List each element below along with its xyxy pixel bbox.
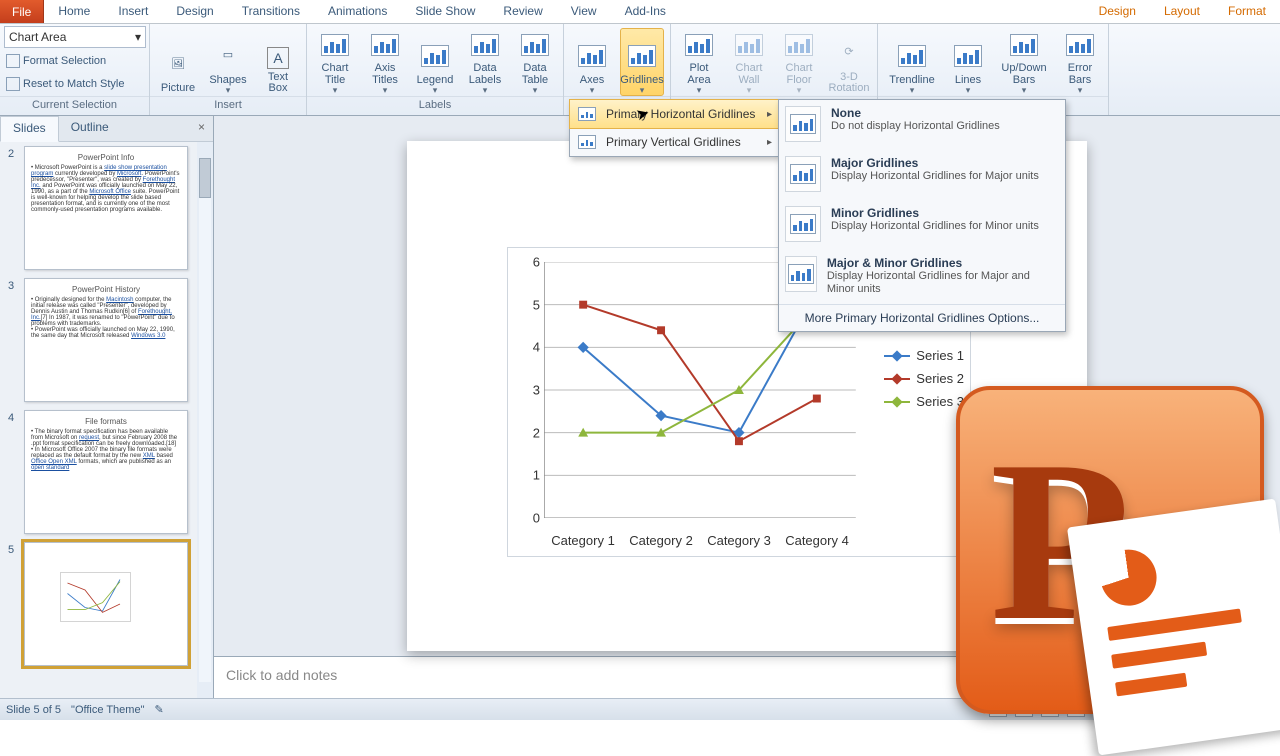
file-tab[interactable]: File bbox=[0, 0, 44, 23]
outline-tab[interactable]: Outline bbox=[59, 116, 121, 141]
rotation-3d-button: ⟳3-D Rotation bbox=[827, 28, 871, 96]
gridlines-option-none[interactable]: NoneDo not display Horizontal Gridlines bbox=[779, 100, 1065, 150]
tab-transitions[interactable]: Transitions bbox=[228, 0, 314, 23]
chevron-down-icon: ▾ bbox=[135, 30, 141, 44]
gridlines-option-both[interactable]: Major & Minor GridlinesDisplay Horizonta… bbox=[779, 250, 1065, 304]
reset-icon bbox=[6, 77, 20, 91]
legend-button[interactable]: Legend▾ bbox=[413, 28, 457, 96]
data-table-button[interactable]: Data Table▾ bbox=[513, 28, 557, 96]
slide-thumbnail[interactable]: File formats • The binary format specifi… bbox=[24, 410, 188, 534]
chart-title-icon bbox=[319, 29, 351, 60]
spellcheck-icon[interactable]: ✎ bbox=[154, 703, 163, 716]
plot-area-button[interactable]: Plot Area▾ bbox=[677, 28, 721, 96]
chart-element-selector[interactable]: Chart Area▾ bbox=[4, 26, 146, 48]
chart-floor-button: Chart Floor▾ bbox=[777, 28, 821, 96]
slide-number: 2 bbox=[8, 146, 18, 270]
slide-thumbnail[interactable]: PowerPoint History • Originally designed… bbox=[24, 278, 188, 402]
chart-title-button[interactable]: Chart Title▾ bbox=[313, 28, 357, 96]
slide-position: Slide 5 of 5 bbox=[6, 704, 61, 716]
tab-chart-design[interactable]: Design bbox=[1085, 0, 1150, 23]
submenu-arrow-icon: ▸ bbox=[767, 137, 772, 148]
slide-number: 4 bbox=[8, 410, 18, 534]
insert-shapes-button[interactable]: ▭Shapes▾ bbox=[206, 28, 250, 96]
group-current-selection: Current Selection bbox=[0, 96, 149, 114]
updown-icon bbox=[1008, 29, 1040, 60]
minor-icon bbox=[785, 206, 821, 242]
tab-view[interactable]: View bbox=[557, 0, 611, 23]
slide-number: 3 bbox=[8, 278, 18, 402]
thumbnails-scrollbar[interactable] bbox=[197, 142, 213, 698]
gridlines-option-minor[interactable]: Minor GridlinesDisplay Horizontal Gridli… bbox=[779, 200, 1065, 250]
reset-style-button[interactable]: Reset to Match Style bbox=[4, 74, 146, 94]
lines-button[interactable]: Lines▾ bbox=[946, 28, 990, 96]
error-bars-icon bbox=[1064, 29, 1096, 60]
slide-thumbnail[interactable]: PowerPoint Info • Microsoft PowerPoint i… bbox=[24, 146, 188, 270]
tab-insert[interactable]: Insert bbox=[104, 0, 162, 23]
group-insert: Insert bbox=[150, 96, 306, 114]
gridlines-v-icon bbox=[576, 132, 598, 152]
slides-tab[interactable]: Slides bbox=[0, 116, 59, 142]
data-labels-button[interactable]: Data Labels▾ bbox=[463, 28, 507, 96]
chart-floor-icon bbox=[783, 29, 815, 60]
axis-titles-icon bbox=[369, 29, 401, 60]
both-icon bbox=[785, 256, 817, 292]
horizontal-gridlines-submenu: NoneDo not display Horizontal Gridlines … bbox=[778, 99, 1066, 332]
powerpoint-logo-overlay: P bbox=[950, 380, 1270, 720]
gridlines-option-major[interactable]: Major GridlinesDisplay Horizontal Gridli… bbox=[779, 150, 1065, 200]
gridlines-h-icon bbox=[576, 104, 598, 124]
textbox-icon: A bbox=[267, 47, 289, 69]
axes-button[interactable]: Axes▾ bbox=[570, 28, 614, 96]
chart-wall-button: Chart Wall▾ bbox=[727, 28, 771, 96]
tab-addins[interactable]: Add-Ins bbox=[611, 0, 680, 23]
major-icon bbox=[785, 156, 821, 192]
slides-pane: Slides Outline × 2 PowerPoint Info • Mic… bbox=[0, 116, 214, 698]
format-icon bbox=[6, 54, 20, 68]
tab-home[interactable]: Home bbox=[44, 0, 104, 23]
lines-icon bbox=[952, 40, 984, 72]
data-table-icon bbox=[519, 29, 551, 60]
data-labels-icon bbox=[469, 29, 501, 60]
tab-chart-format[interactable]: Format bbox=[1214, 0, 1280, 23]
tab-slideshow[interactable]: Slide Show bbox=[401, 0, 489, 23]
none-icon bbox=[785, 106, 821, 142]
chart-wall-icon bbox=[733, 29, 765, 60]
error-bars-button[interactable]: Error Bars▾ bbox=[1058, 28, 1102, 96]
theme-name: "Office Theme" bbox=[71, 704, 144, 716]
tab-animations[interactable]: Animations bbox=[314, 0, 401, 23]
close-pane-button[interactable]: × bbox=[190, 116, 213, 141]
menu-primary-horizontal-gridlines[interactable]: Primary Horizontal Gridlines▸ bbox=[569, 99, 779, 129]
axes-icon bbox=[576, 40, 608, 72]
slide-number: 5 bbox=[8, 542, 18, 666]
gridlines-icon bbox=[626, 40, 658, 72]
gridlines-menu: Primary Horizontal Gridlines▸ Primary Ve… bbox=[569, 99, 779, 157]
picture-icon: 🖼 bbox=[162, 48, 194, 80]
ribbon-tabs: File Home Insert Design Transitions Anim… bbox=[0, 0, 1280, 24]
trendline-button[interactable]: Trendline▾ bbox=[884, 28, 940, 96]
gridlines-button[interactable]: Gridlines▾ bbox=[620, 28, 664, 96]
submenu-arrow-icon: ▸ bbox=[767, 109, 772, 120]
axis-titles-button[interactable]: Axis Titles▾ bbox=[363, 28, 407, 96]
insert-textbox-button[interactable]: AText Box bbox=[256, 28, 300, 96]
tab-chart-layout[interactable]: Layout bbox=[1150, 0, 1214, 23]
rotation-icon: ⟳ bbox=[833, 37, 865, 69]
insert-picture-button[interactable]: 🖼Picture bbox=[156, 28, 200, 96]
trendline-icon bbox=[896, 40, 928, 72]
menu-primary-vertical-gridlines[interactable]: Primary Vertical Gridlines▸ bbox=[570, 128, 778, 156]
legend-icon bbox=[419, 40, 451, 72]
tab-design[interactable]: Design bbox=[162, 0, 227, 23]
group-labels: Labels bbox=[307, 96, 563, 114]
shapes-icon: ▭ bbox=[212, 40, 244, 72]
plot-area-icon bbox=[683, 29, 715, 60]
slide-thumbnail-current[interactable] bbox=[24, 542, 188, 666]
updown-bars-button[interactable]: Up/Down Bars▾ bbox=[996, 28, 1052, 96]
tab-review[interactable]: Review bbox=[489, 0, 556, 23]
format-selection-button[interactable]: Format Selection bbox=[4, 51, 146, 71]
gridlines-more-options[interactable]: More Primary Horizontal Gridlines Option… bbox=[779, 304, 1065, 331]
